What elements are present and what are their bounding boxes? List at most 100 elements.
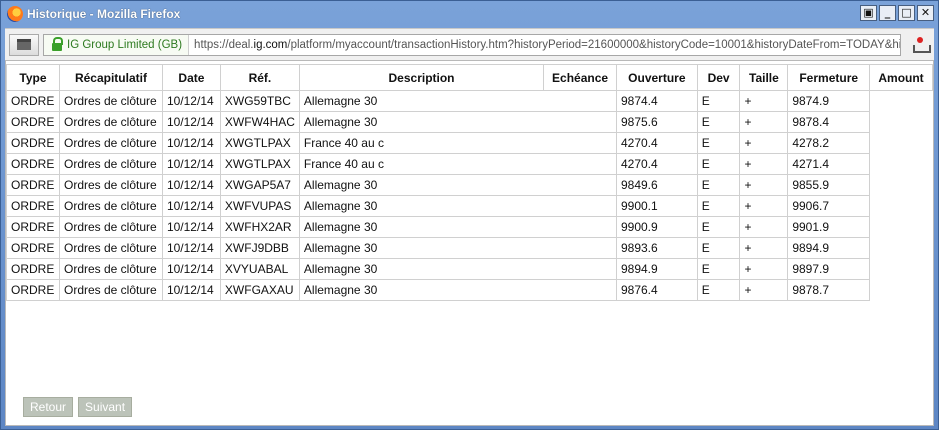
col-size[interactable]: Taille: [739, 64, 789, 91]
cell-size: +: [739, 237, 788, 259]
cell-description: France 40 au c: [298, 132, 544, 154]
cell-summary: Ordres de clôture: [58, 195, 163, 217]
table-row[interactable]: ORDRE Ordres de clôture 10/12/14 XWGTLPAX Fr…: [6, 132, 933, 154]
cell-amount: [870, 175, 933, 196]
title-bar[interactable]: Historique - Mozilla Firefox ▣ _ □ ✕: [1, 1, 938, 27]
cell-size: +: [739, 195, 788, 217]
cell-date: 10/12/14: [161, 90, 221, 112]
tab-groups-button[interactable]: [9, 33, 39, 56]
site-identity-button[interactable]: IG Group Limited (GB): [44, 34, 190, 55]
cell-expiry: [543, 90, 617, 112]
cell-expiry: [543, 174, 617, 196]
cell-type: ORDRE: [6, 216, 60, 238]
cell-currency: E: [696, 216, 741, 238]
col-expiry[interactable]: Echéance: [543, 64, 617, 91]
cell-summary: Ordres de clôture: [58, 111, 163, 133]
col-description[interactable]: Description: [298, 64, 545, 91]
cell-open: 9874.4: [615, 90, 698, 112]
back-button[interactable]: Retour: [23, 397, 74, 417]
cell-close: 4278.2: [787, 132, 871, 154]
cell-date: 10/12/14: [161, 132, 221, 154]
cell-amount: [870, 91, 933, 112]
cell-expiry: [543, 258, 617, 280]
cell-currency: E: [696, 132, 741, 154]
close-icon[interactable]: ✕: [917, 5, 934, 21]
cell-size: +: [739, 132, 788, 154]
cell-close: 9901.9: [787, 216, 871, 238]
cell-summary: Ordres de clôture: [58, 216, 163, 238]
cell-close: 9897.9: [787, 258, 871, 280]
cell-type: ORDRE: [6, 174, 60, 196]
cell-date: 10/12/14: [161, 258, 221, 280]
minimize-icon[interactable]: _: [879, 5, 896, 21]
cell-currency: E: [696, 279, 741, 301]
table-row[interactable]: ORDRE Ordres de clôture 10/12/14 XWGTLPAX Fr…: [6, 153, 933, 175]
table-body: ORDRE Ordres de clôture 10/12/14 XWG59TBC Al…: [6, 90, 933, 301]
table-row[interactable]: ORDRE Ordres de clôture 10/12/14 XWGAP5A7 Al…: [6, 174, 933, 196]
cell-size: +: [739, 153, 788, 175]
cell-date: 10/12/14: [161, 195, 221, 217]
col-amount[interactable]: Amount: [869, 64, 933, 91]
cell-ref: XWG59TBC: [219, 90, 300, 112]
col-open[interactable]: Ouverture: [615, 64, 698, 91]
url-domain: ig.com: [253, 38, 288, 51]
cell-amount: [870, 133, 933, 154]
cell-expiry: [543, 237, 617, 259]
cell-amount: [870, 280, 933, 301]
table-row[interactable]: ORDRE Ordres de clôture 10/12/14 XWFGAXAU Al…: [6, 279, 933, 301]
table-row[interactable]: ORDRE Ordres de clôture 10/12/14 XWFVUPAS Al…: [6, 195, 933, 217]
cell-type: ORDRE: [6, 258, 60, 280]
table-row[interactable]: ORDRE Ordres de clôture 10/12/14 XWFHX2AR Al…: [6, 216, 933, 238]
lock-icon: [52, 36, 63, 51]
cell-type: ORDRE: [6, 132, 60, 154]
table-row[interactable]: ORDRE Ordres de clôture 10/12/14 XWG59TBC Al…: [6, 90, 933, 112]
col-date[interactable]: Date: [161, 64, 221, 91]
window-title: Historique - Mozilla Firefox: [27, 7, 181, 21]
url-prefix: https://deal.: [194, 38, 254, 51]
col-type[interactable]: Type: [6, 64, 60, 91]
cell-summary: Ordres de clôture: [58, 132, 163, 154]
pagination: Retour Suivant: [23, 397, 133, 417]
table-row[interactable]: ORDRE Ordres de clôture 10/12/14 XWFW4HAC Al…: [6, 111, 933, 133]
cell-currency: E: [696, 90, 741, 112]
table-row[interactable]: ORDRE Ordres de clôture 10/12/14 XVYUABAL Al…: [6, 258, 933, 280]
maximize-icon[interactable]: □: [898, 5, 915, 21]
col-summary[interactable]: Récapitulatif: [58, 64, 163, 91]
cell-description: Allemagne 30: [298, 258, 544, 280]
cell-close: 9874.9: [787, 90, 871, 112]
download-icon[interactable]: [911, 36, 931, 54]
cell-description: Allemagne 30: [298, 174, 544, 196]
cell-open: 9900.1: [615, 195, 698, 217]
col-ref[interactable]: Réf.: [219, 64, 300, 91]
cell-type: ORDRE: [6, 111, 60, 133]
address-bar[interactable]: IG Group Limited (GB) https://deal.ig.co…: [43, 33, 901, 56]
cell-close: 4271.4: [787, 153, 871, 175]
cell-currency: E: [696, 174, 741, 196]
cell-currency: E: [696, 237, 741, 259]
cell-summary: Ordres de clôture: [58, 258, 163, 280]
url-text[interactable]: https://deal.ig.com/platform/myaccount/t…: [189, 38, 900, 51]
cell-ref: XWFGAXAU: [219, 279, 300, 301]
cell-date: 10/12/14: [161, 153, 221, 175]
window-controls: ▣ _ □ ✕: [860, 5, 934, 21]
cell-summary: Ordres de clôture: [58, 153, 163, 175]
col-close[interactable]: Fermeture: [787, 64, 871, 91]
cell-close: 9894.9: [787, 237, 871, 259]
cell-size: +: [739, 258, 788, 280]
col-currency[interactable]: Dev: [696, 64, 741, 91]
cell-type: ORDRE: [6, 279, 60, 301]
table-row[interactable]: ORDRE Ordres de clôture 10/12/14 XWFJ9DBB Al…: [6, 237, 933, 259]
restore-icon[interactable]: ▣: [860, 5, 877, 21]
site-identity-label: IG Group Limited (GB): [67, 38, 183, 51]
cell-date: 10/12/14: [161, 174, 221, 196]
cell-open: 9900.9: [615, 216, 698, 238]
next-button[interactable]: Suivant: [78, 397, 133, 417]
cell-amount: [870, 217, 933, 238]
cell-currency: E: [696, 153, 741, 175]
cell-ref: XWFHX2AR: [219, 216, 300, 238]
cell-expiry: [543, 111, 617, 133]
cell-summary: Ordres de clôture: [58, 174, 163, 196]
cell-summary: Ordres de clôture: [58, 90, 163, 112]
cell-open: 4270.4: [615, 153, 698, 175]
cell-ref: XWGAP5A7: [219, 174, 300, 196]
